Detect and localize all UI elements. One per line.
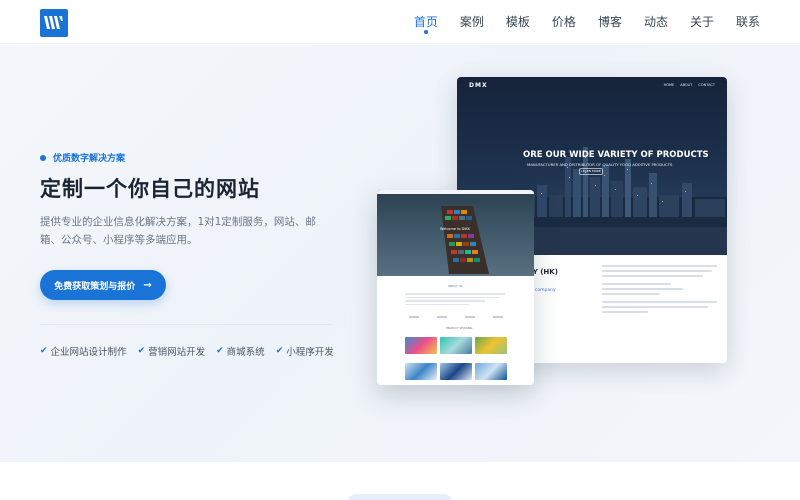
- badge-dot-icon: [40, 154, 46, 161]
- nav-item-news[interactable]: 动态: [644, 0, 668, 44]
- nav-item-contact[interactable]: 联系: [736, 0, 760, 44]
- logo-icon[interactable]: [40, 9, 68, 37]
- product-image: [405, 363, 437, 380]
- mockup-welcome: Welcome to DMX: [440, 227, 470, 231]
- nav-item-cases[interactable]: 案例: [460, 0, 484, 44]
- mockup-heading: ORE OUR WIDE VARIETY OF PRODUCTS: [523, 150, 709, 160]
- check-icon: ✔: [40, 346, 48, 356]
- feature-label: 企业网站设计制作: [50, 347, 127, 358]
- mobile-site-mockup: Welcome to DMX ABOUT US PRODUCT SHOWING: [377, 190, 534, 385]
- feature-item: ✔ 企业网站设计制作: [40, 344, 127, 358]
- mockup-menu-item: CONTACT: [698, 83, 715, 87]
- arrow-right-icon: →: [143, 279, 152, 291]
- nav-item-home[interactable]: 首页: [414, 0, 438, 44]
- nav-item-pricing[interactable]: 价格: [552, 0, 576, 44]
- mockup-brand: DMX: [469, 82, 488, 89]
- mockup-about: ABOUT US: [448, 284, 463, 288]
- product-image: [440, 363, 472, 380]
- get-quote-button[interactable]: 免费获取策划与报价 →: [40, 270, 166, 300]
- page: 首页 案例 模板 价格 博客 动态 关于 联系 优质数字解决方案 定制一个你自己…: [0, 0, 800, 500]
- badge-label: 优质数字解决方案: [53, 154, 126, 164]
- feature-item: ✔ 小程序开发: [276, 344, 334, 358]
- divider: [40, 324, 332, 325]
- site-header: 首页 案例 模板 价格 博客 动态 关于 联系: [0, 0, 800, 44]
- mockup-button: LEARN MORE: [579, 168, 603, 175]
- nav-item-about[interactable]: 关于: [690, 0, 714, 44]
- product-image: [440, 337, 472, 354]
- nav-item-blog[interactable]: 博客: [598, 0, 622, 44]
- feature-label: 商城系统: [226, 347, 265, 358]
- mockup-product-grid: [405, 337, 507, 385]
- nav-item-templates[interactable]: 模板: [506, 0, 530, 44]
- feature-label: 小程序开发: [286, 347, 334, 358]
- mockup-subheading: MANUFACTURER AND DISTRIBUTOR OF QUALITY …: [527, 162, 673, 167]
- get-quote-label: 免费获取策划与报价: [54, 281, 136, 292]
- check-icon: ✔: [275, 346, 284, 356]
- feature-label: 营销网站开发: [148, 347, 206, 358]
- mockup-products-heading: PRODUCT SHOWING: [446, 327, 473, 330]
- main-nav: 首页 案例 模板 价格 博客 动态 关于 联系: [392, 0, 760, 44]
- mockup-text-lines: [602, 265, 717, 316]
- mockup-stats: [409, 316, 503, 318]
- check-icon: ✔: [216, 346, 224, 356]
- feature-item: ✔ 营销网站开发: [138, 344, 206, 358]
- mockup-menu: HOME ABOUT CONTACT: [658, 83, 715, 87]
- feature-item: ✔ 商城系统: [216, 344, 265, 358]
- check-icon: ✔: [137, 346, 146, 356]
- product-image: [475, 337, 507, 354]
- feature-list: ✔ 企业网站设计制作 ✔ 营销网站开发 ✔ 商城系统 ✔ 小程序开发: [40, 344, 345, 358]
- next-section-pill: [348, 494, 452, 500]
- mockup-text-lines: [405, 293, 505, 307]
- mockup-ship-image: Welcome to DMX: [377, 190, 534, 276]
- hero-badge: 优质数字解决方案: [40, 151, 125, 164]
- product-image: [405, 337, 437, 354]
- mockup-menu-item: ABOUT: [680, 83, 693, 87]
- mockup-menu-item: HOME: [663, 83, 675, 87]
- product-image: [475, 363, 507, 380]
- hero-description: 提供专业的企业信息化解决方案，1对1定制服务，网站、邮箱、公众号、小程序等多端应…: [40, 216, 316, 246]
- hero-title: 定制一个你自己的网站: [40, 177, 260, 201]
